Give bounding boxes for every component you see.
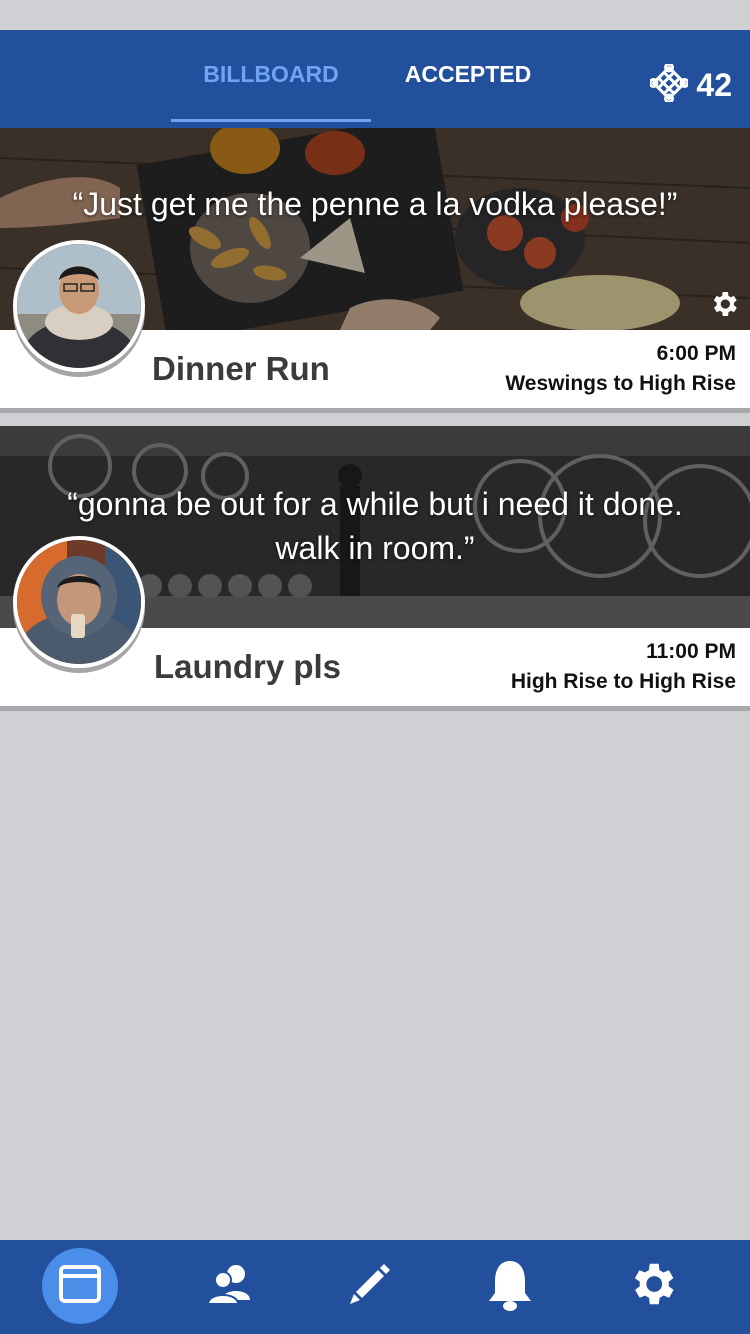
tab-settings-button[interactable]: [614, 1248, 690, 1324]
request-title: Laundry pls: [154, 648, 342, 685]
tab-contacts-button[interactable]: [192, 1248, 268, 1324]
endless-knot-icon: [648, 62, 690, 107]
active-tab-indicator: [171, 119, 371, 122]
contacts-icon: [206, 1260, 254, 1313]
credits-count: 42: [696, 67, 732, 103]
bottom-tab-bar: [0, 1240, 750, 1334]
card-settings-icon[interactable]: [708, 288, 740, 325]
credits-badge[interactable]: 42: [648, 62, 732, 107]
tab-billboard-button[interactable]: [42, 1248, 118, 1324]
avatar[interactable]: [13, 536, 145, 668]
request-quote: “Just get me the penne a la vodka please…: [72, 186, 678, 222]
request-route: Weswings to High Rise: [505, 372, 736, 395]
request-time: 11:00 PM: [646, 640, 736, 663]
request-card[interactable]: “Just get me the penne a la vodka please…: [0, 128, 750, 413]
pencil-icon: [346, 1260, 394, 1313]
gear-icon: [625, 1257, 679, 1316]
tab-notifications-button[interactable]: [472, 1248, 548, 1324]
request-time: 6:00 PM: [656, 342, 736, 365]
tab-compose-button[interactable]: [332, 1248, 408, 1324]
bell-icon: [487, 1257, 533, 1316]
tab-billboard[interactable]: BILLBOARD: [171, 57, 371, 91]
tab-accepted[interactable]: ACCEPTED: [372, 57, 564, 91]
request-title: Dinner Run: [152, 350, 330, 387]
request-quote: “gonna be out for a while but i need it …: [67, 486, 683, 566]
request-card[interactable]: “gonna be out for a while but i need it …: [0, 426, 750, 711]
avatar[interactable]: [13, 240, 145, 372]
billboard-icon: [58, 1264, 102, 1309]
request-route: High Rise to High Rise: [510, 670, 736, 693]
